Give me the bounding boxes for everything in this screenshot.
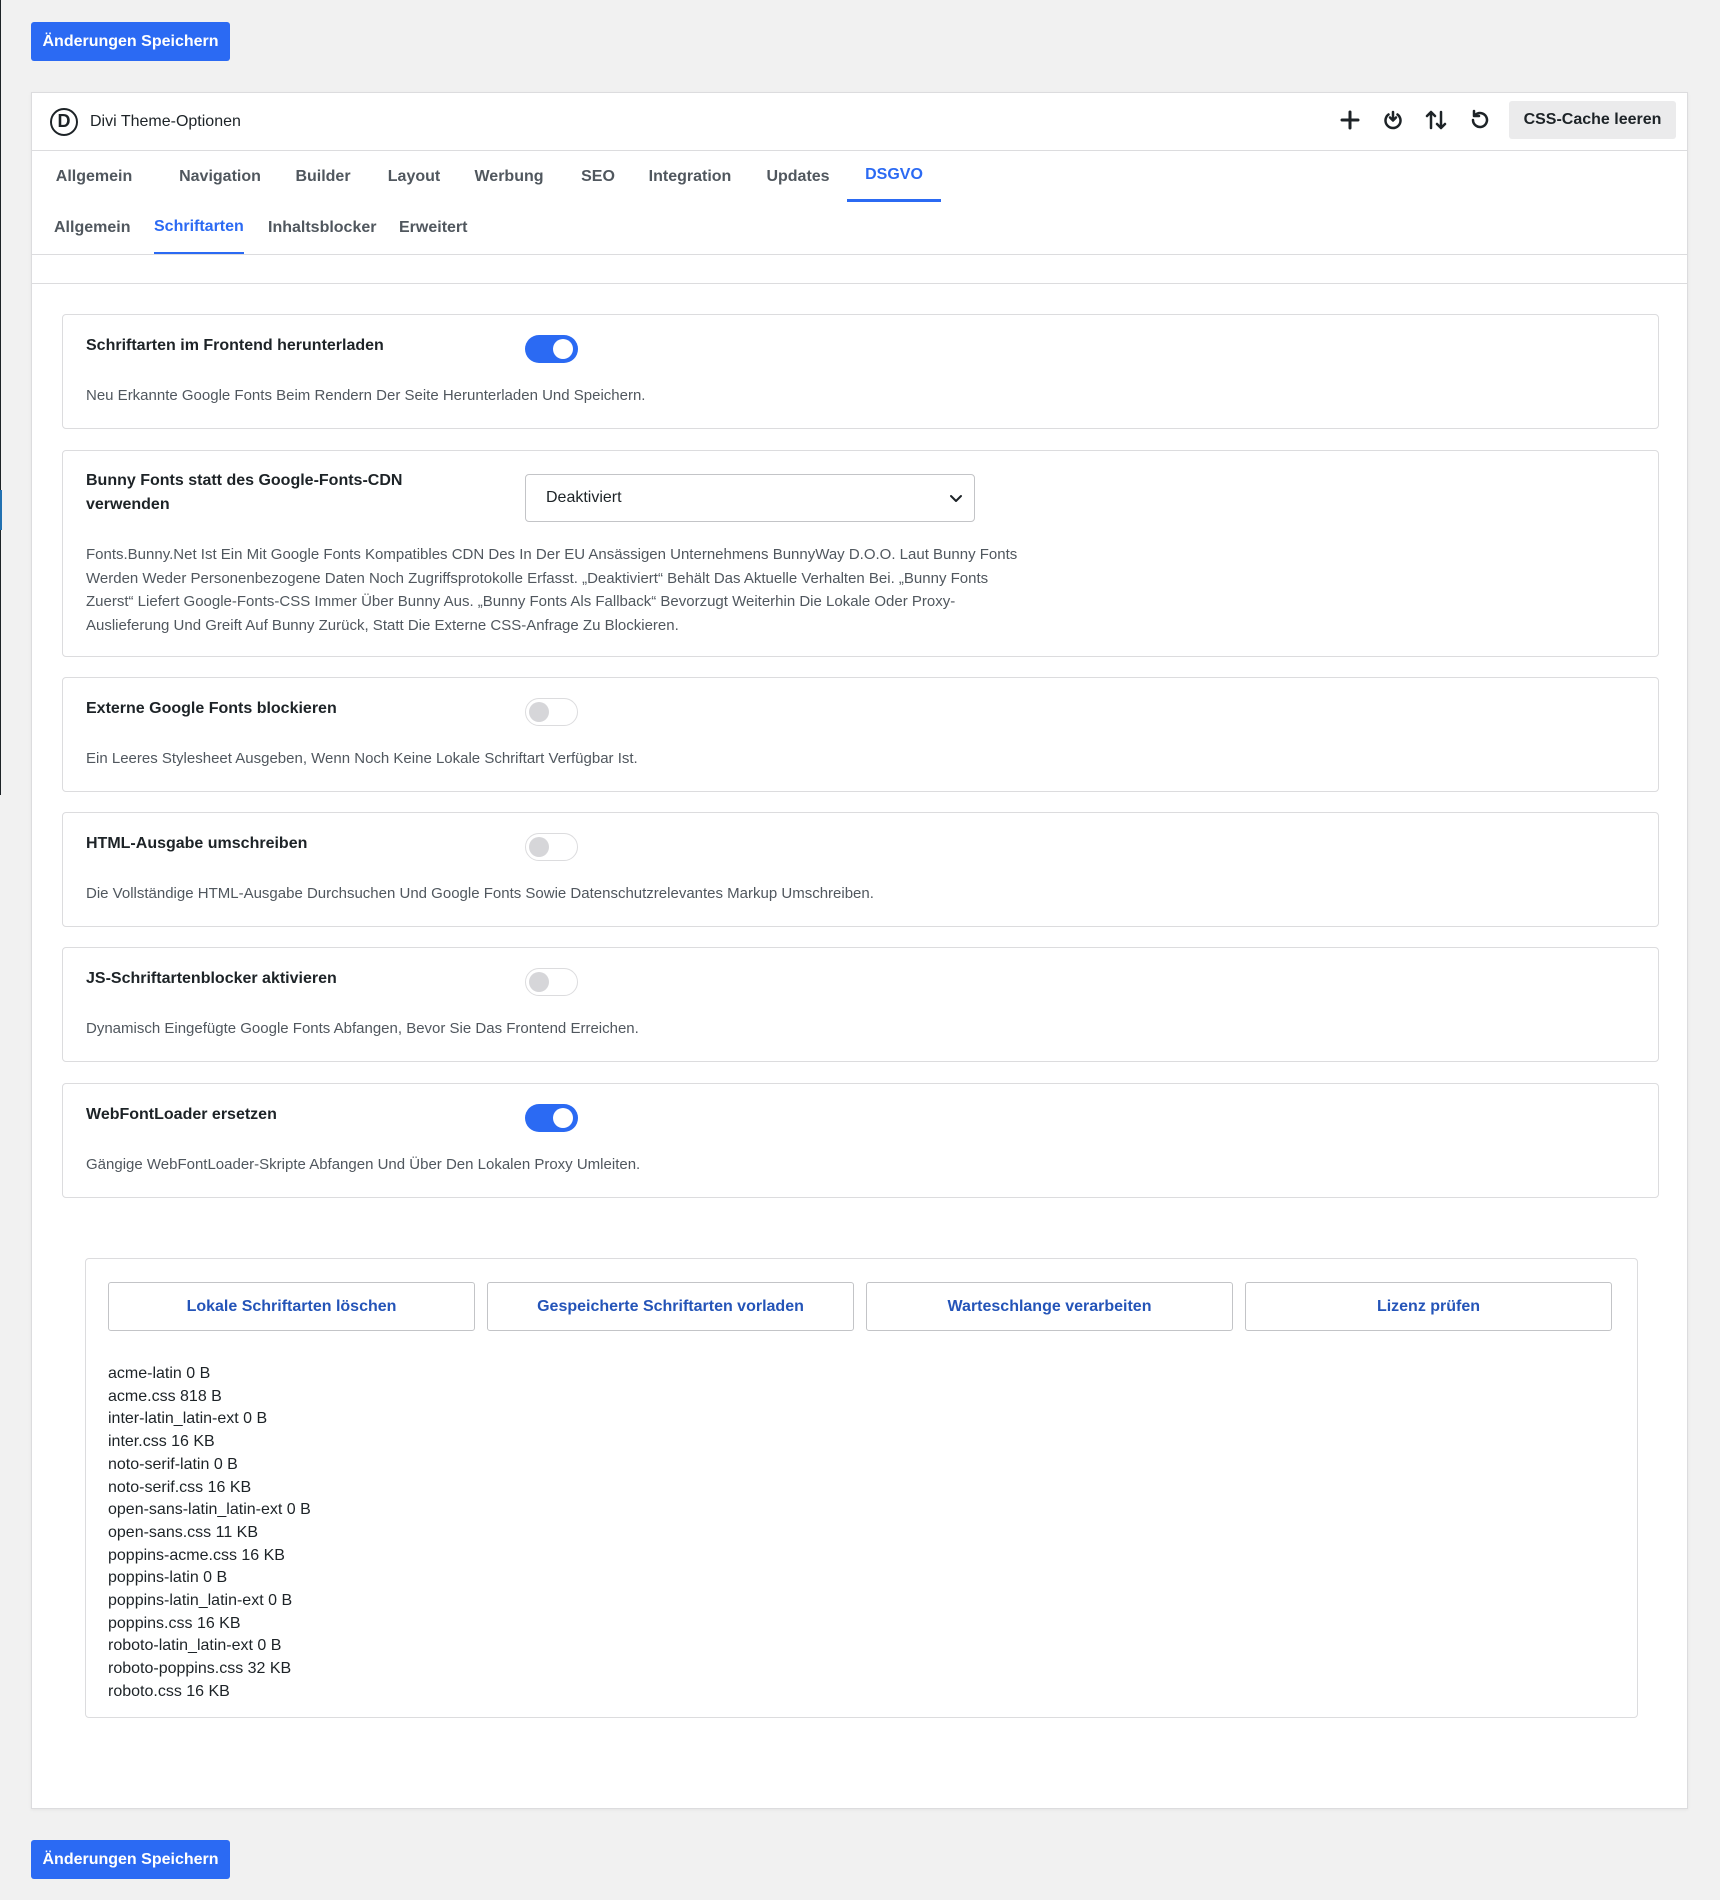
tab-layout[interactable]: Layout — [382, 151, 446, 202]
sub-tabs: Allgemein Schriftarten Inhaltsblocker Er… — [32, 202, 1687, 255]
plus-icon[interactable] — [1333, 103, 1367, 137]
setting-card-bunny-fonts: Bunny Fonts statt des Google-Fonts-CDN v… — [62, 450, 1659, 657]
font-file-item: noto-serif-latin 0 B — [108, 1455, 238, 1473]
setting-card-rewrite-html: HTML-Ausgabe umschreiben Die Vollständig… — [62, 812, 1659, 927]
tab-allgemein[interactable]: Allgemein — [56, 151, 132, 202]
toggle-webfontloader[interactable] — [525, 1104, 578, 1132]
toggle-knob — [553, 339, 573, 359]
setting-card-webfontloader: WebFontLoader ersetzen Gängige WebFontLo… — [62, 1083, 1659, 1198]
delete-local-fonts-button[interactable]: Lokale Schriftarten löschen — [108, 1282, 475, 1331]
main-tabs: Allgemein Navigation Builder Layout Werb… — [32, 151, 1687, 202]
select-value: Deaktiviert — [546, 489, 622, 506]
chevron-down-icon — [950, 495, 962, 502]
save-changes-button-bottom[interactable]: Änderungen Speichern — [31, 1840, 230, 1879]
toggle-knob — [529, 972, 549, 992]
toggle-knob — [529, 837, 549, 857]
subtab-erweitert[interactable]: Erweitert — [399, 202, 467, 254]
toggle-rewrite-html[interactable] — [525, 833, 578, 861]
font-file-item: roboto-latin_latin-ext 0 B — [108, 1637, 282, 1655]
subtab-inhaltsblocker[interactable]: Inhaltsblocker — [268, 202, 376, 254]
tab-updates[interactable]: Updates — [760, 151, 836, 202]
theme-options-panel: D Divi Theme-Optionen CSS-Cache leeren A… — [31, 92, 1688, 1809]
preload-saved-fonts-button[interactable]: Gespeicherte Schriftarten vorladen — [487, 1282, 854, 1331]
font-tools-box: Lokale Schriftarten löschen Gespeicherte… — [85, 1258, 1638, 1718]
font-file-item: poppins-acme.css 16 KB — [108, 1546, 285, 1564]
font-file-item: roboto-poppins.css 32 KB — [108, 1660, 292, 1678]
font-file-item: acme-latin 0 B — [108, 1365, 211, 1382]
sort-icon[interactable] — [1419, 103, 1453, 137]
setting-description: Gängige WebFontLoader-Skripte Abfangen U… — [86, 1156, 641, 1173]
toggle-download-fonts[interactable] — [525, 335, 578, 363]
font-file-item: noto-serif.css 16 KB — [108, 1478, 252, 1496]
check-license-button[interactable]: Lizenz prüfen — [1245, 1282, 1612, 1331]
font-file-item: inter-latin_latin-ext 0 B — [108, 1410, 268, 1428]
tab-werbung[interactable]: Werbung — [467, 151, 551, 202]
panel-header: D Divi Theme-Optionen CSS-Cache leeren — [32, 93, 1687, 151]
font-file-item: inter.css 16 KB — [108, 1433, 215, 1451]
toggle-knob — [529, 702, 549, 722]
save-changes-button-top[interactable]: Änderungen Speichern — [31, 22, 230, 61]
font-file-item: poppins-latin_latin-ext 0 B — [108, 1592, 293, 1610]
setting-card-block-external-fonts: Externe Google Fonts blockieren Ein Leer… — [62, 677, 1659, 792]
bunny-fonts-select[interactable]: Deaktiviert — [525, 474, 975, 522]
font-file-item: poppins.css 16 KB — [108, 1614, 241, 1632]
power-icon[interactable] — [1376, 103, 1410, 137]
setting-label: Externe Google Fonts blockieren — [86, 700, 337, 717]
undo-icon[interactable] — [1462, 103, 1496, 137]
font-file-item: open-sans-latin_latin-ext 0 B — [108, 1501, 311, 1519]
setting-card-download-fonts: Schriftarten im Frontend herunterladen N… — [62, 314, 1659, 429]
tab-integration[interactable]: Integration — [641, 151, 739, 202]
toggle-block-external-fonts[interactable] — [525, 698, 578, 726]
toggle-knob — [553, 1108, 573, 1128]
setting-label: HTML-Ausgabe umschreiben — [86, 835, 308, 852]
setting-label: JS-Schriftartenblocker aktivieren — [86, 970, 337, 987]
left-edge-rule — [0, 0, 1, 795]
tab-seo[interactable]: SEO — [574, 151, 622, 202]
header-actions: CSS-Cache leeren — [1333, 101, 1676, 139]
setting-description: Die Vollständige HTML-Ausgabe Durchsuche… — [86, 885, 874, 902]
process-queue-button[interactable]: Warteschlange verarbeiten — [866, 1282, 1233, 1331]
setting-label: Bunny Fonts statt des Google-Fonts-CDN v… — [86, 472, 403, 513]
setting-description: Ein Leeres Stylesheet Ausgeben, Wenn Noc… — [86, 750, 638, 767]
tab-builder[interactable]: Builder — [287, 151, 359, 202]
setting-description: Dynamisch Eingefügte Google Fonts Abfang… — [86, 1020, 639, 1037]
divi-logo: D — [50, 107, 78, 136]
font-file-item: poppins-latin 0 B — [108, 1569, 228, 1587]
clear-css-cache-button[interactable]: CSS-Cache leeren — [1509, 101, 1676, 139]
subtab-allgemein[interactable]: Allgemein — [54, 202, 130, 254]
toggle-js-font-blocker[interactable] — [525, 968, 578, 996]
setting-label: WebFontLoader ersetzen — [86, 1106, 277, 1123]
font-file-item: open-sans.css 11 KB — [108, 1523, 259, 1541]
font-file-item: acme.css 818 B — [108, 1387, 222, 1405]
setting-card-js-font-blocker: JS-Schriftartenblocker aktivieren Dynami… — [62, 947, 1659, 1062]
font-file-item: roboto.css 16 KB — [108, 1682, 230, 1700]
tab-dsgvo[interactable]: DSGVO — [847, 151, 941, 202]
tab-navigation[interactable]: Navigation — [173, 151, 267, 202]
setting-label: Schriftarten im Frontend herunterladen — [86, 337, 384, 354]
font-file-list: acme-latin 0 B acme.css 818 B inter-lati… — [108, 1363, 311, 1704]
setting-description: Fonts.Bunny.Net Ist Ein Mit Google Fonts… — [86, 546, 1018, 634]
panel-title: Divi Theme-Optionen — [90, 112, 241, 130]
subtab-schriftarten[interactable]: Schriftarten — [154, 202, 244, 254]
left-edge-marker — [0, 490, 2, 530]
content-divider — [32, 283, 1687, 284]
setting-description: Neu Erkannte Google Fonts Beim Rendern D… — [86, 387, 646, 404]
